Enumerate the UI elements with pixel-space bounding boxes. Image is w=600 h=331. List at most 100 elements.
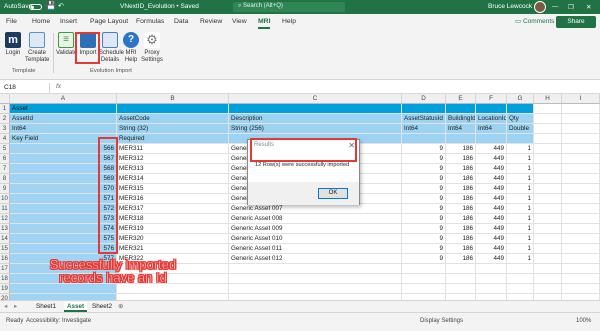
data-cell[interactable]: MER319 <box>117 224 229 234</box>
display-settings[interactable]: Display Settings <box>420 318 463 324</box>
header-cell[interactable]: Qty <box>507 114 534 124</box>
cell[interactable] <box>117 284 229 294</box>
data-cell[interactable]: 186 <box>446 244 476 254</box>
cell[interactable] <box>562 124 600 134</box>
cell[interactable] <box>402 274 446 284</box>
cell[interactable] <box>562 254 600 264</box>
data-cell[interactable]: 1 <box>507 254 534 264</box>
sheet-tab-sheet1[interactable]: Sheet1 <box>36 302 56 312</box>
data-cell[interactable]: Generic Asset 009 <box>229 224 402 234</box>
column-header[interactable]: E <box>446 94 476 104</box>
row-header[interactable]: 3 <box>0 124 10 134</box>
cell[interactable] <box>562 104 600 114</box>
data-cell[interactable]: 1 <box>507 204 534 214</box>
cell[interactable] <box>402 264 446 274</box>
row-header[interactable]: 18 <box>0 274 10 284</box>
row-header[interactable]: 19 <box>0 284 10 294</box>
cell[interactable] <box>476 284 507 294</box>
select-all-corner[interactable] <box>0 94 10 104</box>
header-cell[interactable]: Description <box>229 114 402 124</box>
cell[interactable] <box>562 284 600 294</box>
cell[interactable] <box>562 114 600 124</box>
row-header[interactable]: 10 <box>0 194 10 204</box>
tab-page-layout[interactable]: Page Layout <box>90 18 128 25</box>
restore-button[interactable]: ❐ <box>568 3 574 11</box>
column-header[interactable]: D <box>402 94 446 104</box>
header-cell[interactable] <box>446 134 476 144</box>
tab-help[interactable]: Help <box>282 18 296 25</box>
cell[interactable] <box>534 174 562 184</box>
row-header[interactable]: 14 <box>0 234 10 244</box>
data-cell[interactable]: 1 <box>507 164 534 174</box>
column-header[interactable]: H <box>534 94 562 104</box>
cell[interactable] <box>562 214 600 224</box>
cell[interactable] <box>562 194 600 204</box>
data-cell[interactable]: 449 <box>476 164 507 174</box>
data-cell[interactable]: Generic Asset 011 <box>229 244 402 254</box>
row-header[interactable]: 1 <box>0 104 10 114</box>
cell[interactable] <box>534 254 562 264</box>
ok-button[interactable]: OK <box>318 188 348 199</box>
data-cell[interactable]: 1 <box>507 154 534 164</box>
tab-insert[interactable]: Insert <box>60 18 77 25</box>
data-cell[interactable]: 1 <box>507 174 534 184</box>
data-cell[interactable]: MER311 <box>117 144 229 154</box>
data-cell[interactable]: 449 <box>476 144 507 154</box>
data-cell[interactable]: 186 <box>446 184 476 194</box>
cell[interactable] <box>229 284 402 294</box>
tab-review[interactable]: Review <box>200 18 222 25</box>
cell[interactable] <box>534 114 562 124</box>
data-cell[interactable]: 9 <box>402 174 446 184</box>
data-cell[interactable]: 449 <box>476 154 507 164</box>
minimize-button[interactable]: — <box>552 3 559 10</box>
cell[interactable] <box>562 154 600 164</box>
data-cell[interactable]: 9 <box>402 144 446 154</box>
row-header[interactable]: 2 <box>0 114 10 124</box>
tab-file[interactable]: File <box>6 18 17 25</box>
header-cell[interactable]: LocationId <box>476 114 507 124</box>
data-cell[interactable]: 1 <box>507 214 534 224</box>
header-cell[interactable]: Int64 <box>402 124 446 134</box>
cell[interactable] <box>534 204 562 214</box>
row-header[interactable]: 12 <box>0 214 10 224</box>
cell[interactable] <box>534 264 562 274</box>
row-header[interactable]: 15 <box>0 244 10 254</box>
data-cell[interactable]: 9 <box>402 214 446 224</box>
header-cell[interactable] <box>476 104 507 114</box>
header-cell[interactable]: Asset <box>10 104 117 114</box>
data-cell[interactable]: MER321 <box>117 244 229 254</box>
cell[interactable] <box>446 284 476 294</box>
save-icon[interactable]: 💾 <box>46 1 56 10</box>
cell[interactable] <box>507 284 534 294</box>
prev-sheet-icon[interactable]: ◂ <box>4 302 7 312</box>
data-cell[interactable]: 186 <box>446 154 476 164</box>
cell[interactable] <box>562 244 600 254</box>
data-cell[interactable]: MER313 <box>117 164 229 174</box>
data-cell[interactable]: 449 <box>476 234 507 244</box>
cell[interactable] <box>534 184 562 194</box>
cell[interactable] <box>562 134 600 144</box>
name-box[interactable]: C18 <box>2 83 50 93</box>
cell[interactable] <box>476 274 507 284</box>
cell[interactable] <box>446 264 476 274</box>
cell[interactable] <box>562 264 600 274</box>
data-cell[interactable]: MER314 <box>117 174 229 184</box>
cell[interactable] <box>562 234 600 244</box>
cell[interactable] <box>229 274 402 284</box>
add-sheet-icon[interactable]: ⊕ <box>118 302 123 312</box>
header-cell[interactable]: AssetStatusId <box>402 114 446 124</box>
header-cell[interactable] <box>117 104 229 114</box>
data-cell[interactable]: Generic Asset 010 <box>229 234 402 244</box>
data-cell[interactable]: 9 <box>402 254 446 264</box>
cell[interactable] <box>534 244 562 254</box>
row-header[interactable]: 5 <box>0 144 10 154</box>
header-cell[interactable]: String (256) <box>229 124 402 134</box>
undo-icon[interactable]: ↶ <box>58 2 64 10</box>
row-header[interactable]: 11 <box>0 204 10 214</box>
cell[interactable] <box>534 124 562 134</box>
cell[interactable] <box>534 144 562 154</box>
data-cell[interactable]: Generic Asset 012 <box>229 254 402 264</box>
cell[interactable] <box>562 184 600 194</box>
header-cell[interactable] <box>229 104 402 114</box>
data-cell[interactable]: MER315 <box>117 184 229 194</box>
